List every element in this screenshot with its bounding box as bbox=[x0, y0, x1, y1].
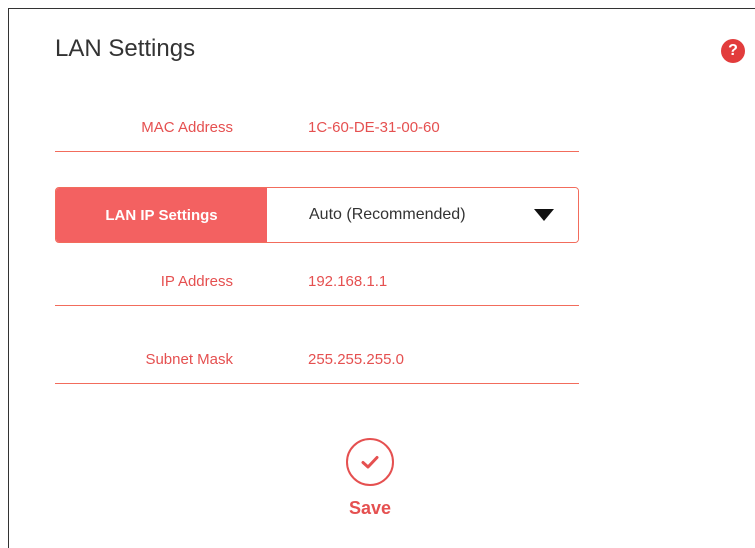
subnet-mask-value: 255.255.255.0 bbox=[308, 351, 404, 368]
ip-address-row: IP Address 192.168.1.1 bbox=[55, 261, 579, 306]
save-label: Save bbox=[348, 498, 392, 518]
help-icon[interactable]: ? bbox=[721, 39, 745, 63]
lan-ip-settings-dropdown[interactable]: Auto (Recommended) bbox=[267, 188, 578, 242]
lan-ip-settings-selected: Auto (Recommended) bbox=[309, 206, 466, 223]
mac-address-row: MAC Address 1C-60-DE-31-00-60 bbox=[55, 107, 579, 152]
mac-address-label: MAC Address bbox=[141, 119, 233, 136]
ip-address-value: 192.168.1.1 bbox=[308, 273, 388, 290]
check-circle-icon[interactable] bbox=[346, 438, 394, 486]
subnet-mask-label: Subnet Mask bbox=[145, 351, 233, 368]
page-title: LAN Settings bbox=[55, 35, 196, 62]
lan-ip-settings-select[interactable]: LAN IP Settings Auto (Recommended) bbox=[55, 187, 579, 243]
lan-ip-settings-label: LAN IP Settings bbox=[56, 188, 267, 242]
chevron-down-icon[interactable] bbox=[534, 209, 554, 221]
ip-address-label: IP Address bbox=[160, 273, 233, 290]
check-icon bbox=[361, 456, 379, 469]
subnet-mask-row: Subnet Mask 255.255.255.0 bbox=[55, 339, 579, 384]
mac-address-value: 1C-60-DE-31-00-60 bbox=[308, 119, 440, 136]
lan-settings-panel: LAN Settings ? MAC Address 1C-60-DE-31-0… bbox=[8, 8, 755, 548]
save-button[interactable]: Save bbox=[342, 438, 398, 528]
